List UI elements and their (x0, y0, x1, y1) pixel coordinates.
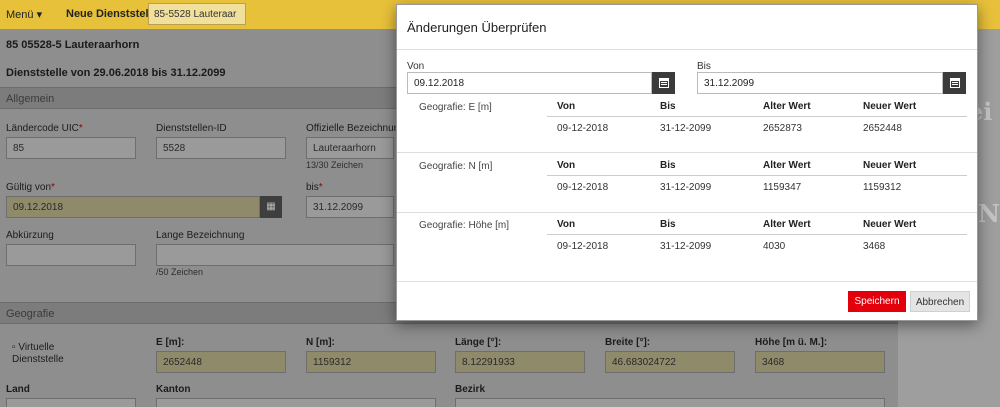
col-alter-wert: Alter Wert (763, 101, 811, 112)
col-bis: Bis (660, 219, 676, 230)
group-name: Geografie: N [m] (419, 161, 493, 172)
from-date-input[interactable]: 09.12.2018 (407, 72, 652, 94)
latitude-label: Breite [°]: (605, 337, 651, 348)
station-title: 85 05528-5 Lauteraarhorn (6, 39, 140, 51)
cell-new-value: 2652448 (863, 123, 902, 134)
col-alter-wert: Alter Wert (763, 219, 811, 230)
valid-to-label: bis* (306, 182, 323, 193)
cell-new-value: 3468 (863, 241, 886, 252)
cell-old-value: 1159347 (763, 182, 802, 193)
col-bis: Bis (660, 101, 676, 112)
cancel-button[interactable]: Abbrechen (910, 291, 970, 312)
cell-von: 09-12-2018 (557, 123, 609, 134)
valid-from-calendar-icon[interactable]: ▦ (260, 196, 282, 218)
long-name-label: Lange Bezeichnung (156, 230, 245, 241)
virtual-station-checkbox[interactable]: ▫ Virtuelle Dienststelle (12, 342, 72, 366)
valid-to-input[interactable]: 31.12.2099 (306, 196, 394, 218)
land-select[interactable] (6, 398, 136, 407)
calendar-icon (659, 78, 669, 88)
longitude-input[interactable]: 8.12291933 (455, 351, 585, 373)
cell-bis: 31-12-2099 (660, 123, 712, 134)
cell-bis: 31-12-2099 (660, 182, 712, 193)
height-label: Höhe [m ü. M.]: (755, 337, 828, 348)
map-label-fragment: N (978, 199, 1000, 228)
col-von: Von (557, 219, 576, 230)
uic-label: Ländercode UIC* (6, 123, 83, 134)
station-search-input[interactable]: 85-5528 Lauteraar (148, 3, 246, 25)
kanton-label: Kanton (156, 384, 191, 395)
group-divider (397, 152, 977, 153)
new-station-button[interactable]: Neue Dienststelle (66, 8, 158, 20)
col-von: Von (557, 160, 576, 171)
col-bis: Bis (660, 160, 676, 171)
modal-header-divider (397, 49, 977, 50)
group-name: Geografie: Höhe [m] (419, 220, 510, 231)
long-name-input[interactable] (156, 244, 394, 266)
station-id-label: Dienststellen-ID (156, 123, 227, 134)
cell-old-value: 4030 (763, 241, 786, 252)
menu-button[interactable]: Menü ▾ (6, 8, 42, 21)
latitude-input[interactable]: 46.683024722 (605, 351, 735, 373)
to-label: Bis (697, 61, 711, 72)
from-calendar-icon[interactable] (652, 72, 675, 94)
uic-input[interactable]: 85 (6, 137, 136, 159)
group-divider (397, 212, 977, 213)
calendar-icon (950, 78, 960, 88)
cell-bis: 31-12-2099 (660, 241, 712, 252)
cell-new-value: 1159312 (863, 182, 902, 193)
col-neuer-wert: Neuer Wert (863, 219, 917, 230)
col-neuer-wert: Neuer Wert (863, 160, 917, 171)
official-name-hint: 13/30 Zeichen (306, 160, 364, 170)
review-changes-modal: Änderungen Überprüfen Von 09.12.2018 Bis… (396, 4, 978, 321)
to-calendar-icon[interactable] (943, 72, 966, 94)
header-divider (547, 234, 967, 235)
abbreviation-input[interactable] (6, 244, 136, 266)
bezirk-select[interactable] (455, 398, 885, 407)
modal-title: Änderungen Überprüfen (407, 20, 547, 35)
bezirk-label: Bezirk (455, 384, 486, 395)
station-validity-subtitle: Dienststelle von 29.06.2018 bis 31.12.20… (6, 67, 226, 79)
modal-footer-divider (397, 281, 977, 282)
n-label: N [m]: (306, 337, 335, 348)
long-name-hint: /50 Zeichen (156, 267, 204, 277)
height-input[interactable]: 3468 (755, 351, 885, 373)
header-divider (547, 116, 967, 117)
longitude-label: Länge [°]: (455, 337, 502, 348)
to-date-input[interactable]: 31.12.2099 (697, 72, 943, 94)
group-name: Geografie: E [m] (419, 102, 492, 113)
land-label: Land (6, 384, 30, 395)
from-label: Von (407, 61, 425, 72)
cell-old-value: 2652873 (763, 123, 802, 134)
col-neuer-wert: Neuer Wert (863, 101, 917, 112)
cell-von: 09-12-2018 (557, 241, 609, 252)
abbreviation-label: Abkürzung (6, 230, 54, 241)
n-input[interactable]: 1159312 (306, 351, 436, 373)
cell-von: 09-12-2018 (557, 182, 609, 193)
valid-from-input[interactable]: 09.12.2018 (6, 196, 260, 218)
official-name-input[interactable]: Lauteraarhorn (306, 137, 394, 159)
official-name-label: Offizielle Bezeichnung (306, 123, 405, 134)
station-id-input[interactable]: 5528 (156, 137, 286, 159)
e-label: E [m]: (156, 337, 185, 348)
header-divider (547, 175, 967, 176)
kanton-select[interactable] (156, 398, 436, 407)
col-alter-wert: Alter Wert (763, 160, 811, 171)
save-button[interactable]: Speichern (848, 291, 906, 312)
e-input[interactable]: 2652448 (156, 351, 286, 373)
col-von: Von (557, 101, 576, 112)
valid-from-label: Gültig von* (6, 182, 55, 193)
